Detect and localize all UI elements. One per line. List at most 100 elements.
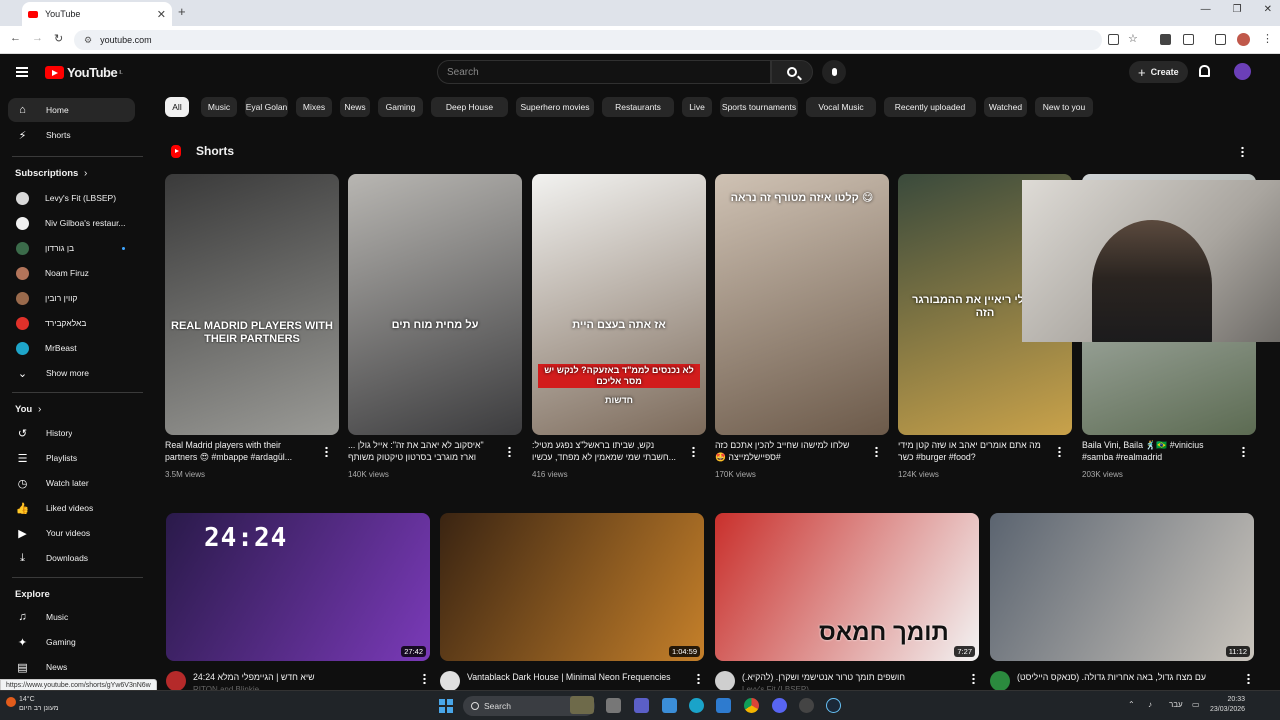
short-card[interactable]: קלטו איזה מטורף זה נראה 😋 שלחו למישהו שחי… [715,174,889,479]
site-info-icon[interactable]: ⚙ [84,35,92,46]
sidebar-item[interactable]: Levy's Fit (LBSEP) [8,186,135,210]
close-tab-icon[interactable]: ✕ [157,8,166,21]
video-card[interactable]: תומך חמאס 7:27 חושפים תומך טרור אנטישמי וש… [715,513,979,694]
search-input[interactable]: Search [437,60,771,84]
short-thumbnail[interactable]: קלטו איזה מטורף זה נראה 😋 [715,174,889,435]
short-menu-icon[interactable] [1058,446,1061,457]
sidebar-item[interactable]: ⤓ Downloads [8,546,135,570]
filter-chip[interactable]: Mixes [296,97,332,117]
filter-chip[interactable]: Restaurants [602,97,674,117]
sidebar-item[interactable]: ⌂ Home [8,98,135,122]
browser-profile-avatar[interactable] [1237,33,1250,46]
short-menu-icon[interactable] [325,446,328,457]
short-title[interactable]: Real Madrid players with their partners … [165,439,315,463]
sidebar-item[interactable]: קווין רובין [8,286,135,310]
video-thumbnail[interactable]: 11:12 [990,513,1254,661]
new-tab-icon[interactable]: + [178,4,186,19]
forward-icon[interactable]: → [32,32,43,44]
short-title[interactable]: שלחו למישהו שחייב להכין אתכם כזה #ספיישל… [715,439,865,463]
sidebar-item[interactable]: ⚡ Shorts [8,123,135,147]
channel-avatar[interactable] [990,671,1010,691]
filter-chip[interactable]: Sports tournaments [720,97,798,117]
sidebar-item[interactable]: ♫ Music [8,605,135,629]
filter-chip[interactable]: Superhero movies [516,97,594,117]
filter-chip[interactable]: Recently uploaded [884,97,976,117]
install-icon[interactable] [1108,34,1119,45]
sidebar-item[interactable]: MrBeast [8,336,135,360]
steam-icon[interactable] [826,698,841,713]
extensions-puzzle-icon[interactable] [1183,34,1194,45]
sidebar-item[interactable]: 👍 Liked videos [8,496,135,520]
sidebar-item[interactable]: באלאקבירד [8,311,135,335]
filter-chip[interactable]: Music [201,97,237,117]
file-explorer-icon[interactable] [716,698,731,713]
short-menu-icon[interactable] [875,446,878,457]
sidebar-item[interactable]: ✦ Gaming [8,630,135,654]
video-menu-icon[interactable] [972,673,975,684]
mic-tray-icon[interactable]: ♪ [1148,700,1152,709]
sidebar-item[interactable]: ▤ News [8,655,135,679]
filter-chip[interactable]: Vocal Music [806,97,876,117]
video-thumbnail[interactable]: 1:04:59 [440,513,704,661]
filter-chip[interactable]: Gaming [378,97,423,117]
short-menu-icon[interactable] [1242,446,1245,457]
video-menu-icon[interactable] [697,673,700,684]
account-avatar[interactable] [1234,63,1251,80]
extension-icon[interactable] [1160,34,1171,45]
short-title[interactable]: "איסקוב לא יאהב את זה": אייל גולן ... וא… [348,439,498,463]
short-card[interactable]: REAL MADRID PLAYERS WITH THEIR PARTNERS R… [165,174,339,479]
filter-chip[interactable]: Live [682,97,712,117]
subscriptions-heading[interactable]: Subscriptions [15,168,78,179]
language-indicator[interactable]: עבר [1169,700,1183,709]
sidebar-item[interactable]: בן גורדון [8,236,135,260]
shorts-shelf-menu-icon[interactable] [1241,146,1244,157]
video-menu-icon[interactable] [1247,673,1250,684]
minimize-icon[interactable]: — [1201,4,1211,15]
weather-widget[interactable]: 14°C מעונן רב היום [19,695,59,713]
teams-icon[interactable] [634,698,649,713]
filter-chip[interactable]: All [165,97,189,117]
taskbar-clock[interactable]: 20:33 23/03/2026 [1210,695,1245,715]
reload-icon[interactable]: ↻ [54,32,63,45]
filter-chip[interactable]: News [340,97,370,117]
video-card[interactable]: 11:12 עם מצח גדול, באה אחריות גדולה. (סנא… [990,513,1254,691]
youtube-logo[interactable]: YouTube IL [45,65,123,80]
chrome-icon[interactable] [744,698,759,713]
sidebar-item[interactable]: ▶ Your videos [8,521,135,545]
sidebar-item[interactable]: ↺ History [8,421,135,445]
weather-icon[interactable] [6,697,16,707]
video-card[interactable]: 1:04:59 Vantablack Dark House | Minimal N… [440,513,704,691]
voice-search-button[interactable] [822,60,846,84]
short-thumbnail[interactable]: על מחית מוח תים [348,174,522,435]
short-thumbnail[interactable]: REAL MADRID PLAYERS WITH THEIR PARTNERS [165,174,339,435]
windows-start-icon[interactable] [439,699,453,713]
search-button[interactable] [771,60,813,84]
video-thumbnail[interactable]: תומך חמאס 7:27 [715,513,979,661]
video-title[interactable]: חושפים תומך טרור אנטישמי ושקרן. (להקיא.) [742,671,964,683]
short-card[interactable]: אז אתה בעצם היית לא נכנסים לממ"ד באזעקה? … [532,174,706,479]
browser-menu-icon[interactable]: ⋮ [1262,32,1273,45]
filter-chip[interactable]: Watched [984,97,1027,117]
short-menu-icon[interactable] [692,446,695,457]
obs-icon[interactable] [799,698,814,713]
tray-chevron-icon[interactable]: ⌃ [1128,700,1135,709]
video-title[interactable]: Vantablack Dark House | Minimal Neon Fre… [467,671,689,683]
video-title[interactable]: עם מצח גדול, באה אחריות גדולה. (סנאקס הי… [1017,671,1239,683]
you-heading[interactable]: You [15,404,32,415]
tab-search-icon[interactable] [1215,34,1226,45]
restore-icon[interactable]: ❐ [1233,4,1242,15]
short-title[interactable]: Baila Vini, Baila 🕺🇧🇷 #vinicius #samba #… [1082,439,1232,463]
short-menu-icon[interactable] [508,446,511,457]
short-title[interactable]: נקש, שביתו בראשל"צ נפגע מטיל: ...חשבתי ש… [532,439,682,463]
bookmark-star-icon[interactable]: ☆ [1128,32,1138,45]
browser-tab[interactable]: YouTube ✕ [22,2,172,26]
channel-avatar[interactable] [440,671,460,691]
edge-icon[interactable] [689,698,704,713]
video-menu-icon[interactable] [423,673,426,684]
sidebar-item[interactable]: ◷ Watch later [8,471,135,495]
create-button[interactable]: + Create [1129,61,1188,83]
notifications-bell-icon[interactable] [1199,65,1210,77]
task-view-icon[interactable] [606,698,621,713]
short-card[interactable]: על מחית מוח תים "איסקוב לא יאהב את זה": א… [348,174,522,479]
copilot-icon[interactable] [662,698,677,713]
